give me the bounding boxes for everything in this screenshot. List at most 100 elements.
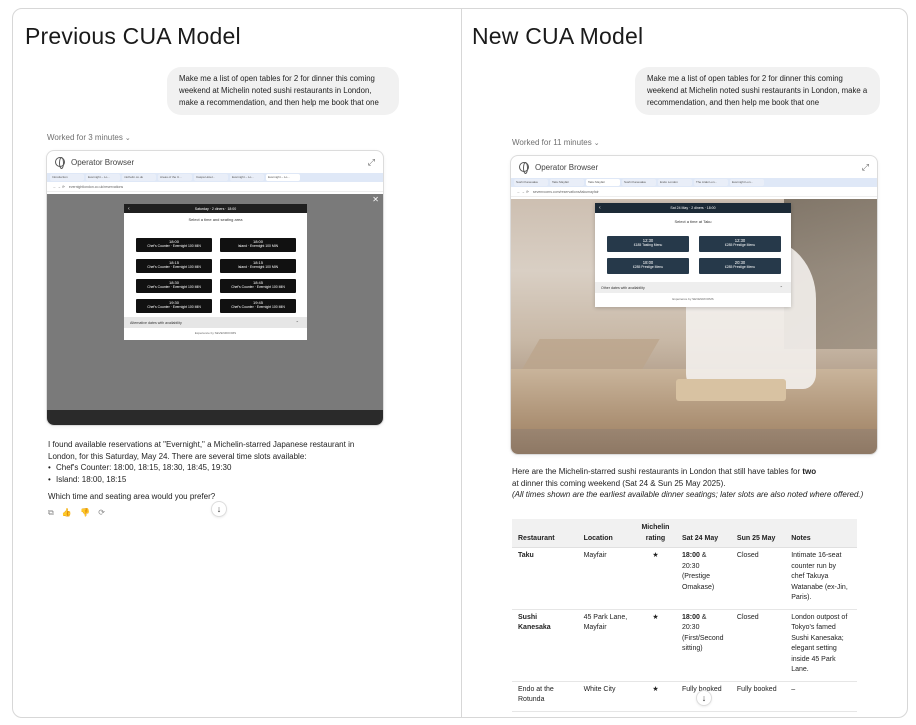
slot-label: £185 Tasting Menu [633, 243, 663, 247]
time-slot-button[interactable]: 18:00 Chef's Counter · Evernight 100 MIN [136, 238, 212, 252]
other-dates-accordion[interactable]: Other dates with availability ⌃ [595, 282, 791, 293]
browser-tab[interactable]: Areas of the U... [158, 174, 192, 181]
close-icon[interactable]: ✕ [372, 195, 379, 204]
column-header: Restaurant [512, 519, 578, 548]
column-header: Location [577, 519, 635, 548]
time-slot-button[interactable]: 19:30 Chef's Counter · Evernight 100 MIN [136, 299, 212, 313]
reservation-modal: ‹ Saturday · 2 diners · 18:00 Select a t… [124, 204, 307, 340]
answer-line-1-bold: two [802, 467, 817, 476]
browser-tab-active[interactable]: Evernight – Lo... [266, 174, 300, 181]
time-slot-button[interactable]: 18:15 Island · Evernight 100 MIN [220, 259, 296, 273]
time-slot-button[interactable]: 12:30 £185 Tasting Menu [607, 236, 689, 252]
slot-label: Chef's Counter · Evernight 100 MIN [147, 285, 201, 289]
cell-notes: London outpost of Tokyo's famed Sushi Ka… [785, 609, 857, 682]
message-action-icons[interactable]: ⧉ 👍 👎 ⟳ [48, 508, 108, 518]
previous-model-panel: Previous CUA Model Make me a list of ope… [13, 9, 461, 717]
answer-question: Which time and seating area would you pr… [48, 492, 216, 501]
browser-tab[interactable]: The Araki Lon... [694, 179, 728, 186]
browser-tab[interactable]: Evernight – Lo... [86, 174, 120, 181]
browser-header: Operator Browser ⤢ [47, 151, 383, 173]
modal-subtitle: Select a time at Taku [674, 218, 712, 224]
slot-label: Chef's Counter · Evernight 100 MIN [147, 305, 201, 309]
worked-duration-toggle[interactable]: Worked for 11 minutes ⌄ [512, 138, 600, 147]
slot-label: Chef's Counter · Evernight 100 MIN [147, 244, 201, 248]
browser-tab-bar: Sushi Kanesaka Taku Mayfair Taku Mayfair… [511, 178, 877, 187]
expand-icon[interactable]: ⤢ [862, 162, 869, 173]
cell-rating-star-icon: ★ [634, 609, 676, 682]
slot-label: £285 Prestige Menu [724, 243, 756, 247]
modal-header-text: Saturday · 2 diners · 18:00 [194, 206, 237, 211]
answer-note: (All times shown are the earliest availa… [512, 490, 864, 499]
cell-rating-star-icon: ★ [634, 681, 676, 712]
time-slot-button[interactable]: 12:30 £285 Prestige Menu [699, 236, 781, 252]
answer-line-2: at dinner this coming weekend (Sat 24 & … [512, 478, 726, 488]
cell-notes: Intimate 16-seat counter run by chef Tak… [785, 547, 857, 610]
browser-tab[interactable]: Evernight – Lo... [230, 174, 264, 181]
answer-line-1-text: Here are the Michelin-starred sushi rest… [512, 467, 803, 476]
answer-list-item: Chef's Counter: 18:00, 18:15, 18:30, 18:… [48, 462, 378, 474]
browser-tab[interactable]: michelin.co.uk [122, 174, 156, 181]
cell-sun: Closed [730, 609, 786, 682]
browser-tab[interactable]: Endo London [658, 179, 692, 186]
photo-bench [522, 339, 660, 369]
time-slot-button[interactable]: 20:30 £285 Prestige Menu [699, 258, 781, 274]
cell-sat-bold: 18:00 [681, 613, 700, 621]
time-slot-button[interactable]: 18:30 Chef's Counter · Evernight 100 MIN [136, 279, 212, 293]
cell-sun: Closed [730, 547, 786, 610]
back-arrow-icon[interactable]: ‹ [128, 206, 130, 212]
browser-viewport: ✕ ‹ Saturday · 2 diners · 18:00 Select a… [47, 194, 383, 412]
cell-sat-bold: 18:00 [681, 552, 700, 559]
browser-tab[interactable]: Sushi Kanesaka [622, 179, 656, 186]
cell-rating-star-icon: ★ [634, 547, 676, 610]
worked-duration-label: Worked for 3 minutes [47, 133, 123, 142]
slot-label: £285 Prestige Menu [724, 265, 756, 269]
globe-icon [55, 157, 65, 169]
address-bar[interactable]: ← → ⟳ evernightlondon.co.uk/reservations [47, 182, 383, 192]
address-url: evernightlondon.co.uk/reservations [68, 184, 124, 189]
cell-location: White City [577, 681, 635, 712]
modal-subtitle: Select a time and seating area [188, 216, 243, 222]
time-slot-button[interactable]: 18:00 £285 Prestige Menu [607, 258, 689, 274]
address-bar[interactable]: ← → ⟳ sevenrooms.com/reservations/takuma… [511, 187, 877, 197]
reservation-modal: ‹ Sat 24 May · 2 diners · 18:00 Select a… [595, 203, 791, 307]
scroll-down-button[interactable]: ↓ [211, 501, 227, 517]
chevron-up-icon: ⌃ [295, 320, 299, 325]
column-header: Notes [785, 519, 857, 548]
modal-header: ‹ Sat 24 May · 2 diners · 18:00 [595, 203, 791, 213]
column-header: Sun 25 May [730, 519, 786, 548]
nav-arrows-icon[interactable]: ← → ⟳ [53, 185, 65, 189]
answer-list-item: Island: 18:00, 18:15 [48, 474, 378, 486]
cell-restaurant: Sushi Kanesaka [512, 609, 578, 682]
cell-restaurant: Taku [512, 547, 578, 610]
browser-tab[interactable]: Sushi Kanesaka [514, 179, 548, 186]
browser-tab[interactable]: Caspa Hotel... [194, 174, 228, 181]
slot-label: Island · Evernight 100 MIN [237, 265, 279, 269]
time-slot-button[interactable]: 18:00 Island · Evernight 100 MIN [220, 238, 296, 252]
browser-title: Operator Browser [535, 162, 599, 172]
scroll-down-button[interactable]: ↓ [696, 690, 712, 706]
slot-label: Chef's Counter · Evernight 100 MIN [231, 285, 285, 289]
expand-icon[interactable]: ⤢ [368, 157, 375, 168]
answer-line-1: Here are the Michelin-starred sushi rest… [512, 466, 872, 478]
browser-tab[interactable]: Taku Mayfair [550, 179, 584, 186]
browser-header: Operator Browser ⤢ [511, 156, 877, 178]
comparison-frame: Previous CUA Model Make me a list of ope… [12, 8, 908, 718]
browser-footer-bar [47, 410, 383, 425]
browser-title: Operator Browser [71, 157, 135, 167]
worked-duration-toggle[interactable]: Worked for 3 minutes ⌄ [47, 133, 131, 142]
operator-browser-window: Operator Browser ⤢ Sushi Kanesaka Taku M… [510, 155, 878, 455]
panel-title: New CUA Model [472, 23, 644, 49]
table-row: Sushi Kanesaka 45 Park Lane, Mayfair ★ 1… [512, 609, 857, 682]
time-slot-button[interactable]: 19:45 Chef's Counter · Evernight 100 MIN [220, 299, 296, 313]
back-arrow-icon[interactable]: ‹ [599, 205, 601, 211]
browser-tab[interactable]: Evernight Lon... [730, 179, 764, 186]
nav-arrows-icon[interactable]: ← → ⟳ [517, 190, 529, 194]
table-row: Taku Mayfair ★ 18:00 & 20:30 (Prestige O… [512, 547, 857, 610]
time-slot-button[interactable]: 18:45 Chef's Counter · Evernight 100 MIN [220, 279, 296, 293]
slot-label: Chef's Counter · Evernight 100 MIN [147, 265, 201, 269]
assistant-answer: I found available reservations at "Evern… [48, 439, 378, 503]
browser-tab-active[interactable]: Taku Mayfair [586, 179, 620, 186]
alternative-dates-accordion[interactable]: Alternative dates with availability ⌃ [124, 317, 307, 328]
browser-tab[interactable]: Introduction [50, 174, 84, 181]
time-slot-button[interactable]: 18:15 Chef's Counter · Evernight 100 MIN [136, 259, 212, 273]
